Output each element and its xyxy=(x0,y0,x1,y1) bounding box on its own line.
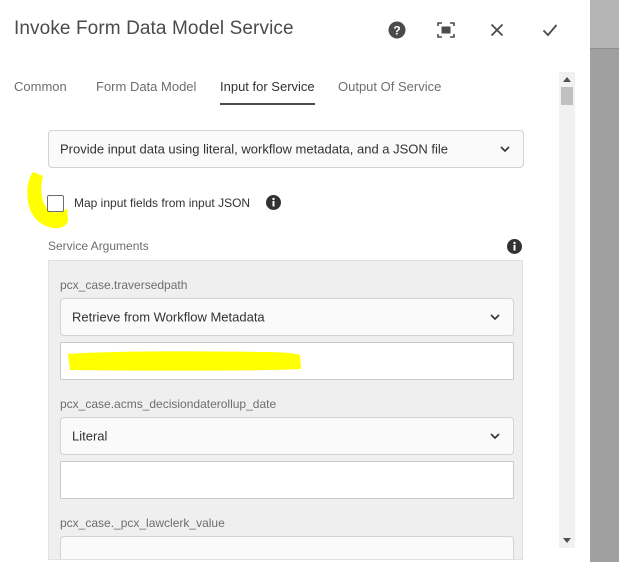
input-mode-select[interactable]: Provide input data using literal, workfl… xyxy=(48,130,524,168)
argument-value-input[interactable] xyxy=(60,461,514,499)
argument-name: pcx_case.acms_decisiondaterollup_date xyxy=(60,397,277,411)
argument-source-select[interactable]: Retrieve from Workflow Metadata xyxy=(60,298,514,336)
info-icon[interactable] xyxy=(507,239,522,254)
checkmark-icon[interactable] xyxy=(539,19,561,41)
tab-form-data-model[interactable]: Form Data Model xyxy=(96,79,196,105)
argument-value-input[interactable] xyxy=(60,342,514,380)
close-icon[interactable] xyxy=(486,19,508,41)
svg-text:?: ? xyxy=(393,23,400,37)
scrollbar-thumb[interactable] xyxy=(561,87,573,105)
help-icon[interactable]: ? xyxy=(386,19,408,41)
background-app-area xyxy=(590,0,619,562)
chevron-down-icon xyxy=(490,314,500,321)
background-app-toolbar xyxy=(590,0,619,49)
argument-source-select[interactable] xyxy=(60,536,514,559)
argument-source-select[interactable]: Literal xyxy=(60,417,514,455)
argument-name: pcx_case._pcx_lawclerk_value xyxy=(60,516,225,530)
scroll-up-arrow-icon[interactable] xyxy=(563,76,571,82)
info-icon[interactable] xyxy=(266,195,281,210)
invoke-fdm-dialog: Invoke Form Data Model Service ? Common … xyxy=(0,0,590,562)
scrollbar[interactable] xyxy=(559,72,575,548)
chevron-down-icon xyxy=(500,146,510,153)
argument-name: pcx_case.traversedpath xyxy=(60,278,188,292)
service-arguments-panel: pcx_case.traversedpath Retrieve from Wor… xyxy=(48,260,523,560)
service-arguments-label: Service Arguments xyxy=(48,239,149,253)
tab-input-for-service[interactable]: Input for Service xyxy=(220,79,315,105)
chevron-down-icon xyxy=(490,433,500,440)
tab-output-of-service[interactable]: Output Of Service xyxy=(338,79,441,105)
scroll-down-arrow-icon[interactable] xyxy=(563,538,571,544)
dialog-title: Invoke Form Data Model Service xyxy=(14,18,294,39)
maximize-icon[interactable] xyxy=(435,19,457,41)
yellow-highlight-mark xyxy=(68,351,301,371)
argument-source-value: Retrieve from Workflow Metadata xyxy=(72,309,265,325)
argument-source-value: Literal xyxy=(72,428,108,444)
input-mode-select-value: Provide input data using literal, workfl… xyxy=(60,141,449,157)
map-input-fields-label: Map input fields from input JSON xyxy=(74,196,251,210)
map-input-fields-checkbox[interactable] xyxy=(47,195,64,212)
tab-common[interactable]: Common xyxy=(14,79,67,105)
